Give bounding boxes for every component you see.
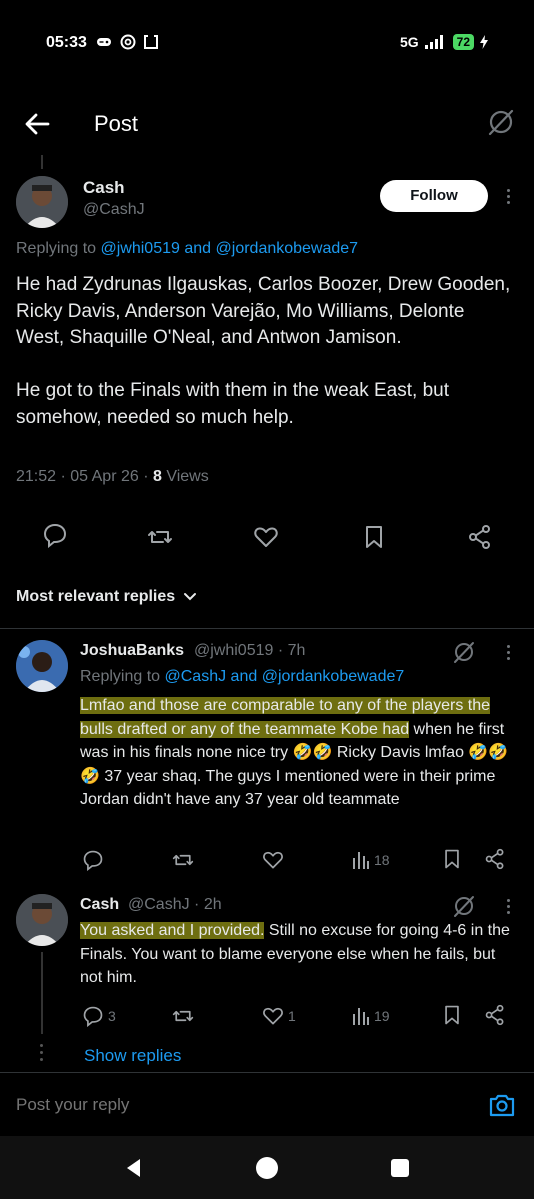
reply-action[interactable] (82, 848, 108, 872)
bookmark-icon[interactable] (441, 848, 463, 870)
share-icon[interactable] (484, 1004, 506, 1026)
avatar[interactable] (16, 176, 68, 228)
mention-link[interactable]: @CashJ (165, 668, 227, 685)
reply-icon[interactable] (42, 522, 68, 548)
author-handle[interactable]: @CashJ (83, 201, 145, 219)
post-timestamp: 21:52 · 05 Apr 26 · (16, 468, 153, 485)
repost-icon[interactable] (147, 524, 173, 550)
replying-to: Replying to @CashJ and @jordankobewade7 (80, 668, 404, 686)
battery-level: 72 (452, 34, 474, 50)
share-icon[interactable] (484, 848, 506, 870)
author-handle[interactable]: @jwhi0519 · 7h (194, 642, 305, 660)
show-replies-link[interactable]: Show replies (84, 1046, 181, 1066)
sort-replies-dropdown[interactable]: Most relevant replies (16, 588, 197, 606)
replying-prefix: Replying to (16, 240, 97, 257)
reply-action[interactable]: 3 (82, 1004, 116, 1028)
views-count: 19 (374, 1008, 390, 1024)
thread-dots (40, 1044, 43, 1061)
cast-icon (144, 34, 158, 49)
views-count: 18 (374, 852, 390, 868)
grok-icon[interactable] (486, 107, 516, 137)
share-icon[interactable] (467, 524, 493, 550)
replying-and: and (230, 668, 258, 685)
views-count: 8 (152, 468, 162, 485)
like-action[interactable]: 1 (262, 1004, 296, 1028)
bookmark-icon[interactable] (441, 1004, 463, 1026)
reply-text: Lmfao and those are comparable to any of… (80, 694, 520, 812)
like-action[interactable] (262, 848, 288, 872)
views-action[interactable]: 18 (352, 848, 390, 872)
bookmark-icon[interactable] (361, 524, 387, 550)
more-options-icon[interactable] (498, 184, 518, 208)
gamepad-icon (97, 38, 111, 46)
like-icon[interactable] (262, 849, 284, 871)
repost-icon[interactable] (172, 1005, 194, 1027)
avatar[interactable] (16, 640, 68, 692)
nav-home-icon[interactable] (255, 1156, 279, 1180)
author-name[interactable]: Cash (83, 178, 125, 198)
nav-recents-icon[interactable] (388, 1156, 412, 1180)
status-right: 5G 72 (400, 34, 488, 50)
author-name[interactable]: JoshuaBanks (80, 642, 184, 660)
replying-prefix: Replying to (80, 668, 161, 685)
author-handle[interactable]: @CashJ · 2h (128, 896, 222, 914)
top-bar: Post (0, 95, 534, 153)
avatar[interactable] (16, 894, 68, 946)
post-meta: 21:52 · 05 Apr 26 · 8 Views (16, 468, 209, 486)
thread-connector (41, 952, 43, 1034)
repost-icon[interactable] (172, 849, 194, 871)
likes-count: 1 (288, 1008, 296, 1024)
nav-back-icon[interactable] (122, 1156, 146, 1180)
post-action-bar (0, 520, 534, 554)
reply-icon[interactable] (82, 849, 104, 871)
system-nav-bar (0, 1136, 534, 1199)
mention-link[interactable]: @jordankobewade7 (262, 668, 405, 685)
chevron-down-icon (184, 593, 197, 601)
more-options-icon[interactable] (498, 894, 518, 918)
mention-link[interactable]: @jwhi0519 (101, 240, 180, 257)
repost-action[interactable] (172, 1004, 198, 1028)
threads-icon (120, 34, 136, 50)
signal-icon (424, 35, 443, 49)
reply-input[interactable] (16, 1095, 416, 1115)
status-time: 05:33 (46, 34, 87, 51)
charging-icon (480, 35, 488, 49)
mention-link[interactable]: @jordankobewade7 (216, 240, 359, 257)
status-notification-icons (96, 34, 158, 50)
views-action[interactable]: 19 (352, 1004, 390, 1028)
network-label: 5G (399, 34, 419, 50)
follow-button[interactable]: Follow (380, 180, 488, 212)
camera-icon[interactable] (488, 1091, 516, 1119)
views-chart-icon[interactable] (352, 850, 370, 870)
status-bar: 05:33 5G 72 (0, 0, 534, 90)
views-chart-icon[interactable] (352, 1006, 370, 1026)
replies-count: 3 (108, 1008, 116, 1024)
sort-label: Most relevant replies (16, 588, 176, 605)
like-icon[interactable] (262, 1005, 284, 1027)
page-title: Post (94, 111, 139, 136)
repost-action[interactable] (172, 848, 198, 872)
thread-connector (41, 155, 43, 169)
grok-icon[interactable] (452, 640, 476, 664)
more-options-icon[interactable] (498, 640, 518, 664)
post-text: He had Zydrunas Ilgauskas, Carlos Boozer… (16, 274, 511, 428)
reply-icon[interactable] (82, 1005, 104, 1027)
divider (0, 628, 534, 629)
grok-icon[interactable] (452, 894, 476, 918)
reply-text: You asked and I provided. Still no excus… (80, 919, 520, 990)
back-arrow-icon[interactable] (22, 109, 52, 139)
highlighted-text: You asked and I provided. (80, 922, 265, 939)
replying-to: Replying to @jwhi0519 and @jordankobewad… (16, 240, 358, 258)
author-name[interactable]: Cash (80, 896, 119, 914)
like-icon[interactable] (253, 524, 279, 550)
replying-and: and (184, 240, 212, 257)
reply-composer (0, 1072, 534, 1136)
views-label: Views (161, 468, 209, 485)
